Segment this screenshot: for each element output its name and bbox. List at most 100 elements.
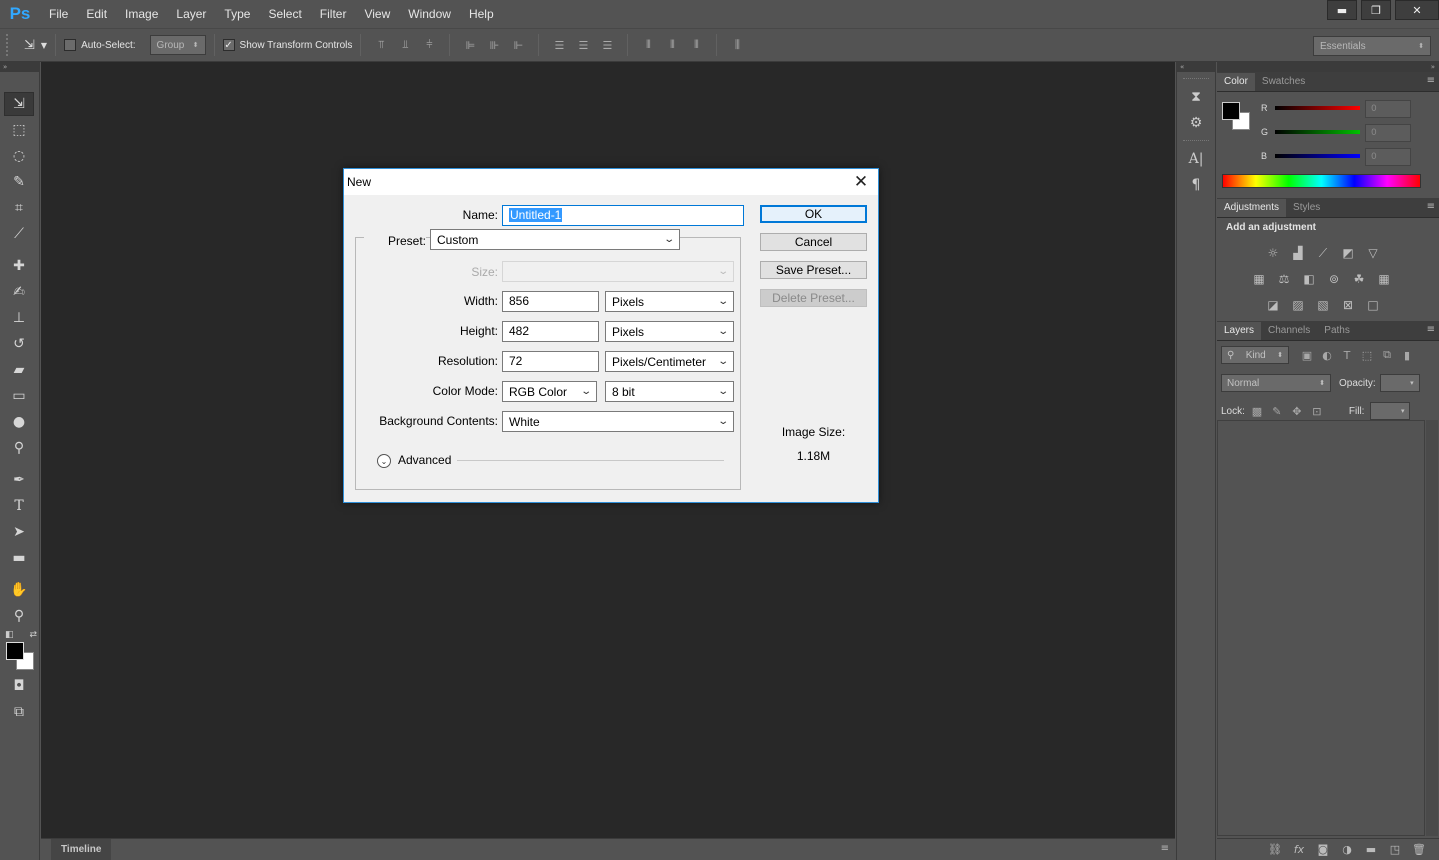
panels-collapse-bar[interactable]: » — [1217, 62, 1439, 72]
bit-depth-dropdown[interactable]: 8 bit ⌄ — [605, 381, 734, 402]
color-mode-dropdown[interactable]: RGB Color ⌄ — [502, 381, 597, 402]
align-left-icon[interactable]: ⊫ — [461, 38, 479, 52]
dock-collapse-bar[interactable]: « — [1177, 62, 1215, 72]
foreground-color-swatch[interactable] — [1222, 102, 1240, 120]
auto-align-layers-icon[interactable]: ⫼ — [728, 38, 746, 52]
width-field[interactable]: 856 — [502, 291, 599, 312]
menu-window[interactable]: Window — [399, 0, 460, 28]
menu-help[interactable]: Help — [460, 0, 503, 28]
adjustment-layer-filter-icon[interactable]: ◐ — [1317, 347, 1337, 363]
timeline-tab[interactable]: Timeline — [51, 839, 112, 860]
menu-layer[interactable]: Layer — [167, 0, 215, 28]
add-mask-icon[interactable]: ◙ — [1311, 843, 1335, 856]
vibrance-icon[interactable]: ▽ — [1361, 243, 1385, 263]
exposure-icon[interactable]: ◩ — [1336, 243, 1360, 263]
pixel-layer-filter-icon[interactable]: ▣ — [1297, 347, 1317, 363]
tab-color[interactable]: Color — [1217, 73, 1255, 91]
green-slider[interactable] — [1275, 130, 1360, 134]
tab-paths[interactable]: Paths — [1317, 322, 1357, 340]
clone-stamp-tool-icon[interactable]: ⊥ — [4, 306, 34, 330]
blue-value-field[interactable]: 0 — [1365, 148, 1411, 166]
close-window-button[interactable]: ✕ — [1395, 0, 1439, 20]
lock-position-icon[interactable]: ✥ — [1287, 403, 1307, 419]
invert-icon[interactable]: ◪ — [1261, 295, 1285, 315]
menu-image[interactable]: Image — [116, 0, 167, 28]
properties-panel-icon[interactable]: ⚙ — [1184, 112, 1208, 134]
black-white-icon[interactable]: ◧ — [1297, 269, 1321, 289]
delete-layer-icon[interactable]: 🗑 — [1407, 843, 1431, 856]
align-hcenter-icon[interactable]: ⊪ — [485, 38, 503, 52]
toolbar-collapse-bar[interactable]: » — [0, 62, 39, 72]
align-vcenter-icon[interactable]: ⫫ — [396, 38, 414, 52]
character-panel-icon[interactable]: A| — [1184, 148, 1208, 170]
delete-preset-button[interactable]: Delete Preset... — [760, 289, 867, 307]
opacity-field[interactable]: ▾ — [1379, 374, 1420, 392]
panel-menu-icon[interactable]: ≡ — [1427, 201, 1435, 212]
height-field[interactable]: 482 — [502, 321, 599, 342]
quick-mask-icon[interactable]: ◘ — [4, 674, 34, 698]
posterize-icon[interactable]: ▨ — [1286, 295, 1310, 315]
height-unit-dropdown[interactable]: Pixels ⌄ — [605, 321, 734, 342]
red-value-field[interactable]: 0 — [1365, 100, 1411, 118]
menu-select[interactable]: Select — [259, 0, 310, 28]
distribute-top-icon[interactable]: ☰ — [550, 38, 568, 52]
lock-image-icon[interactable]: ✎ — [1267, 403, 1287, 419]
eyedropper-tool-icon[interactable]: ⟋ — [4, 222, 34, 246]
menu-type[interactable]: Type — [215, 0, 259, 28]
new-group-icon[interactable]: ▬ — [1359, 843, 1383, 856]
width-unit-dropdown[interactable]: Pixels ⌄ — [605, 291, 734, 312]
rectangle-tool-icon[interactable]: ▬ — [4, 546, 34, 570]
panel-menu-icon[interactable]: ≡ — [1427, 324, 1435, 335]
workspace-dropdown[interactable]: Essentials ⬍ — [1313, 36, 1431, 56]
pen-tool-icon[interactable]: ✒ — [4, 468, 34, 492]
selective-color-icon[interactable]: □ — [1361, 295, 1385, 315]
color-balance-icon[interactable]: ⚖ — [1272, 269, 1296, 289]
blue-slider[interactable] — [1275, 154, 1360, 158]
align-top-icon[interactable]: ⫪ — [372, 38, 390, 52]
hand-tool-icon[interactable]: ✋ — [4, 578, 34, 602]
type-layer-filter-icon[interactable]: T — [1337, 347, 1357, 363]
distribute-right-icon[interactable]: ⦀ — [687, 38, 705, 52]
crop-tool-icon[interactable]: ⌗ — [4, 196, 34, 220]
new-layer-icon[interactable]: ◳ — [1383, 843, 1407, 856]
distribute-bottom-icon[interactable]: ☰ — [598, 38, 616, 52]
brush-tool-icon[interactable]: ✍ — [4, 280, 34, 304]
gradient-tool-icon[interactable]: ▭ — [4, 384, 34, 408]
swap-colors-icon[interactable]: ⇄ — [29, 630, 37, 640]
hue-saturation-icon[interactable]: ▦ — [1247, 269, 1271, 289]
auto-select-checkbox[interactable] — [64, 39, 77, 51]
healing-brush-tool-icon[interactable]: ✚ — [4, 254, 34, 278]
menu-view[interactable]: View — [355, 0, 399, 28]
new-adjustment-layer-icon[interactable]: ◑ — [1335, 843, 1359, 856]
fill-field[interactable]: ▾ — [1370, 402, 1411, 420]
filter-toggle-icon[interactable]: ▮ — [1397, 347, 1417, 363]
tab-channels[interactable]: Channels — [1261, 322, 1317, 340]
zoom-tool-icon[interactable]: ⚲ — [4, 604, 34, 628]
paragraph-panel-icon[interactable]: ¶ — [1184, 174, 1208, 196]
foreground-color-swatch[interactable] — [6, 642, 24, 660]
tab-layers[interactable]: Layers — [1217, 322, 1262, 340]
name-field[interactable]: Untitled-1 — [502, 205, 744, 226]
layers-list[interactable] — [1217, 420, 1425, 836]
threshold-icon[interactable]: ▧ — [1311, 295, 1335, 315]
photo-filter-icon[interactable]: ⊚ — [1322, 269, 1346, 289]
gradient-map-icon[interactable]: ⊠ — [1336, 295, 1360, 315]
default-colors-icon[interactable]: ◧ — [5, 630, 14, 640]
align-bottom-icon[interactable]: ⫩ — [420, 38, 438, 52]
show-transform-checkbox[interactable]: ✓ — [222, 39, 235, 51]
distribute-hcenter-icon[interactable]: ⦀ — [663, 38, 681, 52]
tab-swatches[interactable]: Swatches — [1255, 73, 1312, 91]
red-slider[interactable] — [1275, 106, 1360, 110]
resolution-field[interactable]: 72 — [502, 351, 599, 372]
layer-style-icon[interactable]: fx — [1287, 843, 1311, 856]
link-layers-icon[interactable]: ⛓ — [1263, 843, 1287, 856]
dodge-tool-icon[interactable]: ⚲ — [4, 436, 34, 460]
lock-transparent-icon[interactable]: ▩ — [1247, 403, 1267, 419]
color-spectrum[interactable] — [1222, 174, 1421, 188]
eraser-tool-icon[interactable]: ▰ — [4, 358, 34, 382]
levels-icon[interactable]: ▟ — [1286, 243, 1310, 263]
move-tool-icon[interactable]: ⇲ — [4, 92, 34, 116]
auto-select-target-dropdown[interactable]: Group ⬍ — [149, 35, 206, 55]
shape-layer-filter-icon[interactable]: ⬚ — [1357, 347, 1377, 363]
advanced-label[interactable]: Advanced — [398, 453, 451, 467]
